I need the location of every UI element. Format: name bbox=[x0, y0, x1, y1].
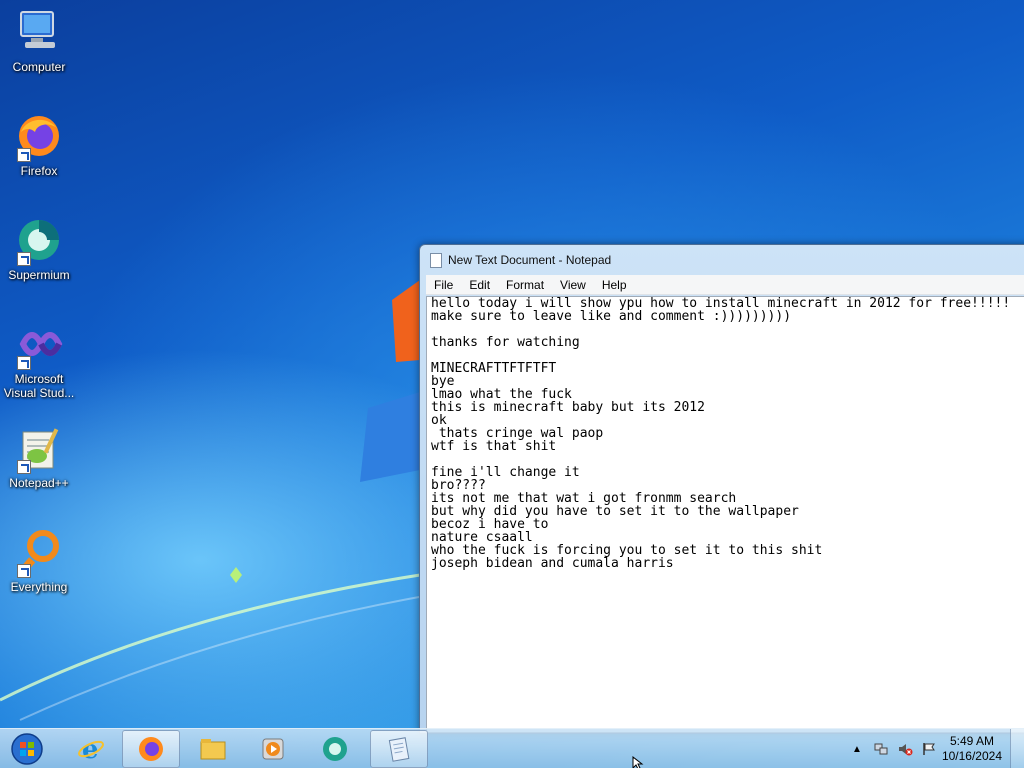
clock-date: 10/16/2024 bbox=[941, 749, 1002, 763]
window-title: New Text Document - Notepad bbox=[448, 253, 612, 267]
volume-muted-icon[interactable] bbox=[896, 740, 914, 758]
supermium-icon bbox=[15, 216, 63, 266]
desktop-icon-label: Firefox bbox=[20, 164, 58, 178]
firefox-icon bbox=[139, 737, 163, 761]
supermium-icon bbox=[323, 737, 347, 761]
desktop-icon-label: Everything bbox=[10, 580, 68, 594]
everything-search-icon bbox=[15, 528, 63, 578]
window-titlebar[interactable]: New Text Document - Notepad bbox=[420, 245, 1024, 275]
show-hidden-icons-arrow-icon[interactable]: ▲ bbox=[848, 740, 866, 758]
shortcut-arrow-icon bbox=[17, 148, 31, 162]
notepad-document-icon bbox=[430, 252, 442, 268]
notepad-icon bbox=[388, 737, 410, 762]
clock-time: 5:49 AM bbox=[949, 734, 994, 748]
menu-view[interactable]: View bbox=[552, 278, 594, 292]
mouse-cursor-icon bbox=[632, 756, 644, 768]
internet-explorer-icon: e bbox=[78, 735, 104, 764]
desktop-icon-supermium[interactable]: Supermium bbox=[1, 216, 77, 283]
taskbar-internet-explorer[interactable]: e bbox=[62, 730, 120, 768]
show-desktop-button[interactable] bbox=[1010, 729, 1024, 768]
shortcut-arrow-icon bbox=[17, 564, 31, 578]
action-center-flag-icon[interactable] bbox=[920, 740, 938, 758]
taskbar-file-explorer[interactable] bbox=[184, 730, 242, 768]
taskbar-supermium[interactable] bbox=[306, 730, 364, 768]
clock[interactable]: 5:49 AM 10/16/2024 bbox=[942, 734, 1002, 764]
file-explorer-icon bbox=[200, 739, 226, 760]
notepad-plus-plus-icon bbox=[15, 424, 63, 474]
menu-format[interactable]: Format bbox=[498, 278, 552, 292]
windows-logo-icon bbox=[11, 733, 43, 765]
shortcut-arrow-icon bbox=[17, 356, 31, 370]
visual-studio-icon bbox=[15, 320, 63, 370]
desktop-icon-notepad-plus-plus[interactable]: Notepad++ bbox=[1, 424, 77, 491]
media-player-icon bbox=[262, 738, 284, 760]
computer-icon bbox=[15, 8, 63, 56]
desktop-icon-firefox[interactable]: Firefox bbox=[1, 112, 77, 179]
taskbar-media-player[interactable] bbox=[244, 730, 302, 768]
shortcut-arrow-icon bbox=[17, 252, 31, 266]
menu-bar: File Edit Format View Help bbox=[426, 275, 1024, 295]
shortcut-arrow-icon bbox=[17, 460, 31, 474]
taskbar-firefox[interactable] bbox=[122, 730, 180, 768]
desktop-icon-label: Supermium bbox=[8, 268, 70, 282]
svg-text:e: e bbox=[82, 735, 99, 764]
desktop-icon-computer[interactable]: Computer bbox=[1, 8, 77, 75]
desktop-icon-everything[interactable]: Everything bbox=[1, 528, 77, 595]
notepad-window[interactable]: New Text Document - Notepad File Edit Fo… bbox=[419, 244, 1024, 734]
desktop-icon-visual-studio[interactable]: Microsoft Visual Stud... bbox=[1, 320, 77, 400]
text-editor-area: hello today i will show ypu how to insta… bbox=[426, 296, 1024, 733]
taskbar-notepad[interactable] bbox=[370, 730, 428, 768]
taskbar: e ▲ 5:49 AM 10/16/2024 bbox=[0, 728, 1024, 768]
menu-file[interactable]: File bbox=[426, 278, 461, 292]
desktop-icon-label: Notepad++ bbox=[9, 476, 69, 490]
menu-help[interactable]: Help bbox=[594, 278, 635, 292]
desktop-icon-label: Microsoft Visual Stud... bbox=[1, 372, 77, 400]
desktop-icon-label: Computer bbox=[12, 60, 66, 74]
network-icon[interactable] bbox=[872, 740, 890, 758]
menu-edit[interactable]: Edit bbox=[461, 278, 498, 292]
firefox-icon bbox=[15, 112, 63, 162]
start-button[interactable] bbox=[4, 730, 50, 768]
text-editor[interactable]: hello today i will show ypu how to insta… bbox=[427, 297, 1024, 732]
desktop-icon-label-text: Microsoft Visual Stud... bbox=[3, 372, 75, 400]
